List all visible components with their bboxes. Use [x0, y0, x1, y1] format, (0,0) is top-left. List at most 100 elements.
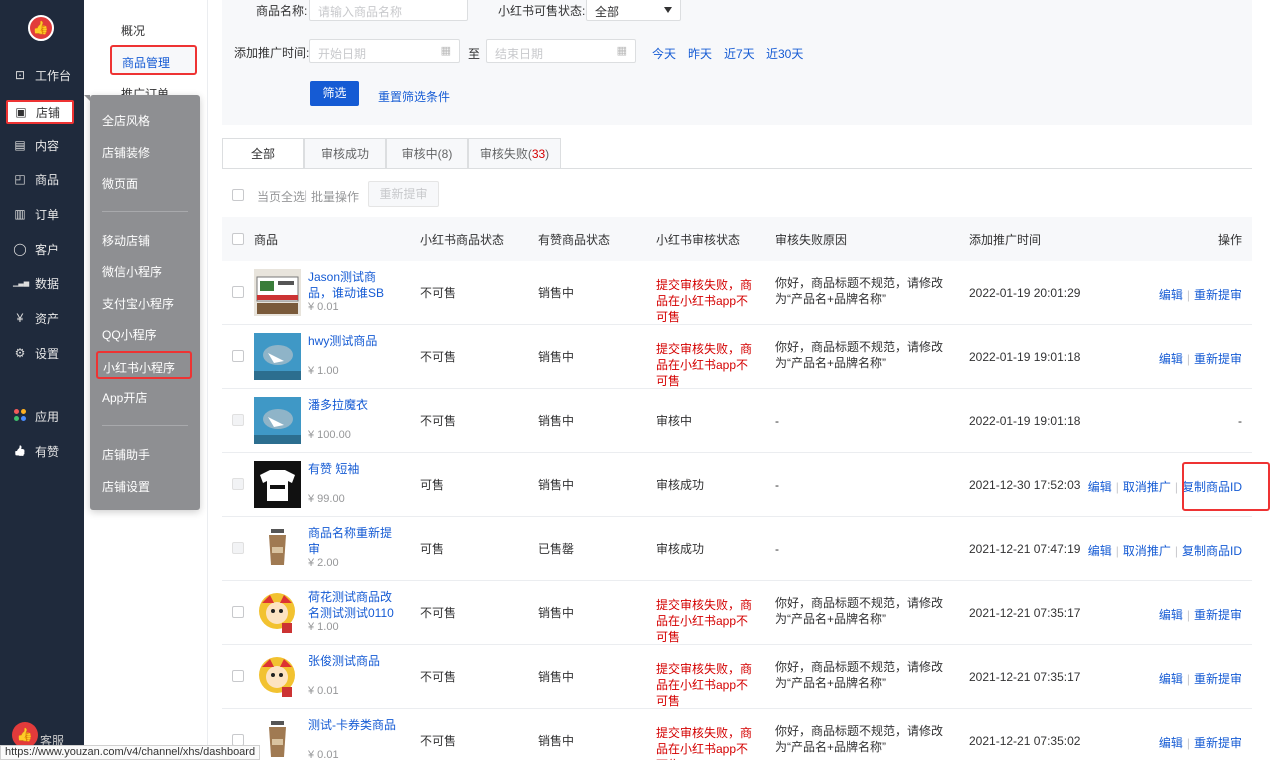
quick-yesterday[interactable]: 昨天 — [688, 45, 712, 62]
row-checkbox[interactable] — [232, 286, 244, 298]
product-name-link[interactable]: hwy测试商品 — [308, 333, 398, 349]
op-link[interactable]: 取消推广 — [1123, 544, 1171, 558]
product-thumbnail[interactable] — [254, 589, 301, 636]
product-thumbnail[interactable] — [254, 461, 301, 508]
flyout-item-qq-miniapp[interactable]: QQ小程序 — [102, 326, 157, 343]
document-icon: ▤ — [14, 138, 26, 152]
product-thumbnail[interactable] — [254, 653, 301, 700]
sidebar-item-youzan[interactable]: 👍 有赞 — [0, 434, 84, 468]
product-thumbnail[interactable] — [254, 717, 301, 760]
product-thumbnail[interactable] — [254, 397, 301, 444]
op-link[interactable]: 编辑 — [1159, 352, 1183, 366]
select-page-label: 当页全选 — [257, 190, 306, 204]
sidebar-item-settings[interactable]: ⚙ 设置 — [0, 336, 84, 370]
flyout-item-store-settings[interactable]: 店铺设置 — [102, 478, 150, 495]
sidebar-item-customers[interactable]: ◯ 客户 — [0, 232, 84, 266]
op-link[interactable]: 重新提审 — [1194, 672, 1242, 686]
flyout-item-alipay-miniapp[interactable]: 支付宝小程序 — [102, 295, 174, 312]
quick-7days[interactable]: 近7天 — [724, 45, 755, 62]
op-link[interactable]: 重新提审 — [1194, 736, 1242, 750]
quick-today[interactable]: 今天 — [652, 45, 676, 62]
monitor-icon: ⊡ — [14, 68, 26, 82]
row-checkbox[interactable] — [232, 350, 244, 362]
tab-all[interactable]: 全部 — [222, 138, 304, 169]
product-name-link[interactable]: Jason测试商品，谁动谁SB — [308, 269, 398, 301]
sidebar-item-data[interactable]: ▁▃▅ 数据 — [0, 266, 84, 300]
op-link[interactable]: 编辑 — [1159, 608, 1183, 622]
product-price: ¥ 99.00 — [308, 493, 345, 505]
flyout-item-micro-page[interactable]: 微页面 — [102, 175, 138, 192]
sidebar-item-assets[interactable]: ¥ 资产 — [0, 301, 84, 335]
fail-reason: - — [775, 542, 779, 556]
sidebar-item-orders[interactable]: ▥ 订单 — [0, 197, 84, 231]
op-link[interactable]: 编辑 — [1159, 288, 1183, 302]
op-link[interactable]: 取消推广 — [1123, 480, 1171, 494]
product-thumbnail[interactable] — [254, 333, 301, 380]
sidebar-item-workbench[interactable]: ⊡ 工作台 — [0, 58, 84, 92]
table-row: 张俊测试商品 ¥ 0.01 不可售 销售中 提交审核失败，商品在小红书app不可… — [222, 645, 1252, 709]
product-thumbnail[interactable] — [254, 269, 301, 316]
op-link[interactable]: 编辑 — [1159, 672, 1183, 686]
op-link[interactable]: 编辑 — [1088, 480, 1112, 494]
to-label: 至 — [468, 47, 481, 61]
op-link[interactable]: 复制商品ID — [1182, 544, 1242, 558]
flyout-item-wechat-miniapp[interactable]: 微信小程序 — [102, 263, 162, 280]
sidebar-item-label: 资产 — [35, 311, 60, 326]
tab-reviewing[interactable]: 审核中(8) — [386, 138, 468, 169]
flyout-item-decoration[interactable]: 店铺装修 — [102, 144, 150, 161]
subnav-item-goods-management[interactable]: 商品管理 — [110, 45, 197, 75]
product-thumbnail[interactable] — [254, 525, 301, 572]
op-link[interactable]: 编辑 — [1159, 736, 1183, 750]
start-date-input[interactable]: 开始日期 ▦ — [309, 39, 460, 63]
row-checkbox[interactable] — [232, 414, 244, 426]
product-name-link[interactable]: 有赞 短袖 — [308, 461, 398, 477]
sidebar-item-apps[interactable]: 应用 — [0, 399, 84, 433]
select-page-checkbox[interactable] — [232, 189, 244, 201]
sale-status-select[interactable]: 全部 — [586, 0, 681, 21]
flyout-item-app-store[interactable]: App开店 — [102, 389, 147, 406]
quick-30days[interactable]: 近30天 — [766, 45, 803, 62]
audit-status: 提交审核失败，商品在小红书app不可售 — [656, 662, 753, 708]
table-row: 商品名称重新提审 ¥ 2.00 可售 已售罄 审核成功 - 2021-12-21… — [222, 517, 1252, 581]
flyout-item-theme[interactable]: 全店风格 — [102, 112, 150, 129]
audit-status: 提交审核失败，商品在小红书app不可售 — [656, 726, 753, 760]
product-name-link[interactable]: 商品名称重新提审 — [308, 525, 398, 557]
flyout-item-store-assistant[interactable]: 店铺助手 — [102, 446, 150, 463]
end-date-input[interactable]: 结束日期 ▦ — [486, 39, 636, 63]
flyout-item-mobile-store[interactable]: 移动店铺 — [102, 232, 150, 249]
row-checkbox[interactable] — [232, 542, 244, 554]
order-icon: ▥ — [14, 207, 26, 221]
sidebar-item-goods[interactable]: ◰ 商品 — [0, 162, 84, 196]
flyout-item-xhs-miniapp[interactable]: 小红书小程序 — [96, 351, 192, 379]
youzan-logo-icon[interactable]: 👍 — [28, 15, 54, 41]
row-checkbox[interactable] — [232, 478, 244, 490]
op-link[interactable]: 编辑 — [1088, 544, 1112, 558]
select-all-checkbox[interactable] — [232, 233, 244, 245]
yz-status: 销售中 — [538, 414, 575, 428]
product-name-input[interactable]: 请输入商品名称 — [309, 0, 468, 21]
reset-filters-link[interactable]: 重置筛选条件 — [378, 88, 450, 105]
product-name-link[interactable]: 潘多拉魔衣 — [308, 397, 398, 413]
sidebar-item-content[interactable]: ▤ 内容 — [0, 128, 84, 162]
row-checkbox[interactable] — [232, 606, 244, 618]
filter-button[interactable]: 筛选 — [310, 81, 359, 106]
product-name-link[interactable]: 测试-卡券类商品 — [308, 717, 398, 733]
table-row: 荷花测试商品改名测试测试0110 ¥ 1.00 不可售 销售中 提交审核失败，商… — [222, 581, 1252, 645]
ops-separator: | — [1115, 544, 1119, 558]
op-link[interactable]: 重新提审 — [1194, 352, 1242, 366]
flyout-divider — [102, 425, 188, 426]
subnav-item-overview[interactable]: 概况 — [121, 22, 145, 39]
audit-status: 提交审核失败，商品在小红书app不可售 — [656, 342, 753, 388]
xhs-status: 不可售 — [420, 606, 457, 620]
product-name-link[interactable]: 荷花测试商品改名测试测试0110 — [308, 589, 398, 621]
product-name-link[interactable]: 张俊测试商品 — [308, 653, 398, 669]
tab-rejected[interactable]: 审核失败(33) — [468, 138, 561, 169]
resubmit-button[interactable]: 重新提审 — [368, 181, 439, 207]
tab-approved[interactable]: 审核成功 — [304, 138, 386, 169]
sidebar-item-store[interactable]: ▣ 店铺 — [6, 100, 74, 124]
op-link[interactable]: 重新提审 — [1194, 608, 1242, 622]
row-checkbox[interactable] — [232, 670, 244, 682]
sale-status-label: 小红书可售状态: — [498, 4, 586, 18]
op-link[interactable]: 重新提审 — [1194, 288, 1242, 302]
row-operations: 编辑 | 取消推广 | 复制商品ID — [1088, 542, 1242, 559]
